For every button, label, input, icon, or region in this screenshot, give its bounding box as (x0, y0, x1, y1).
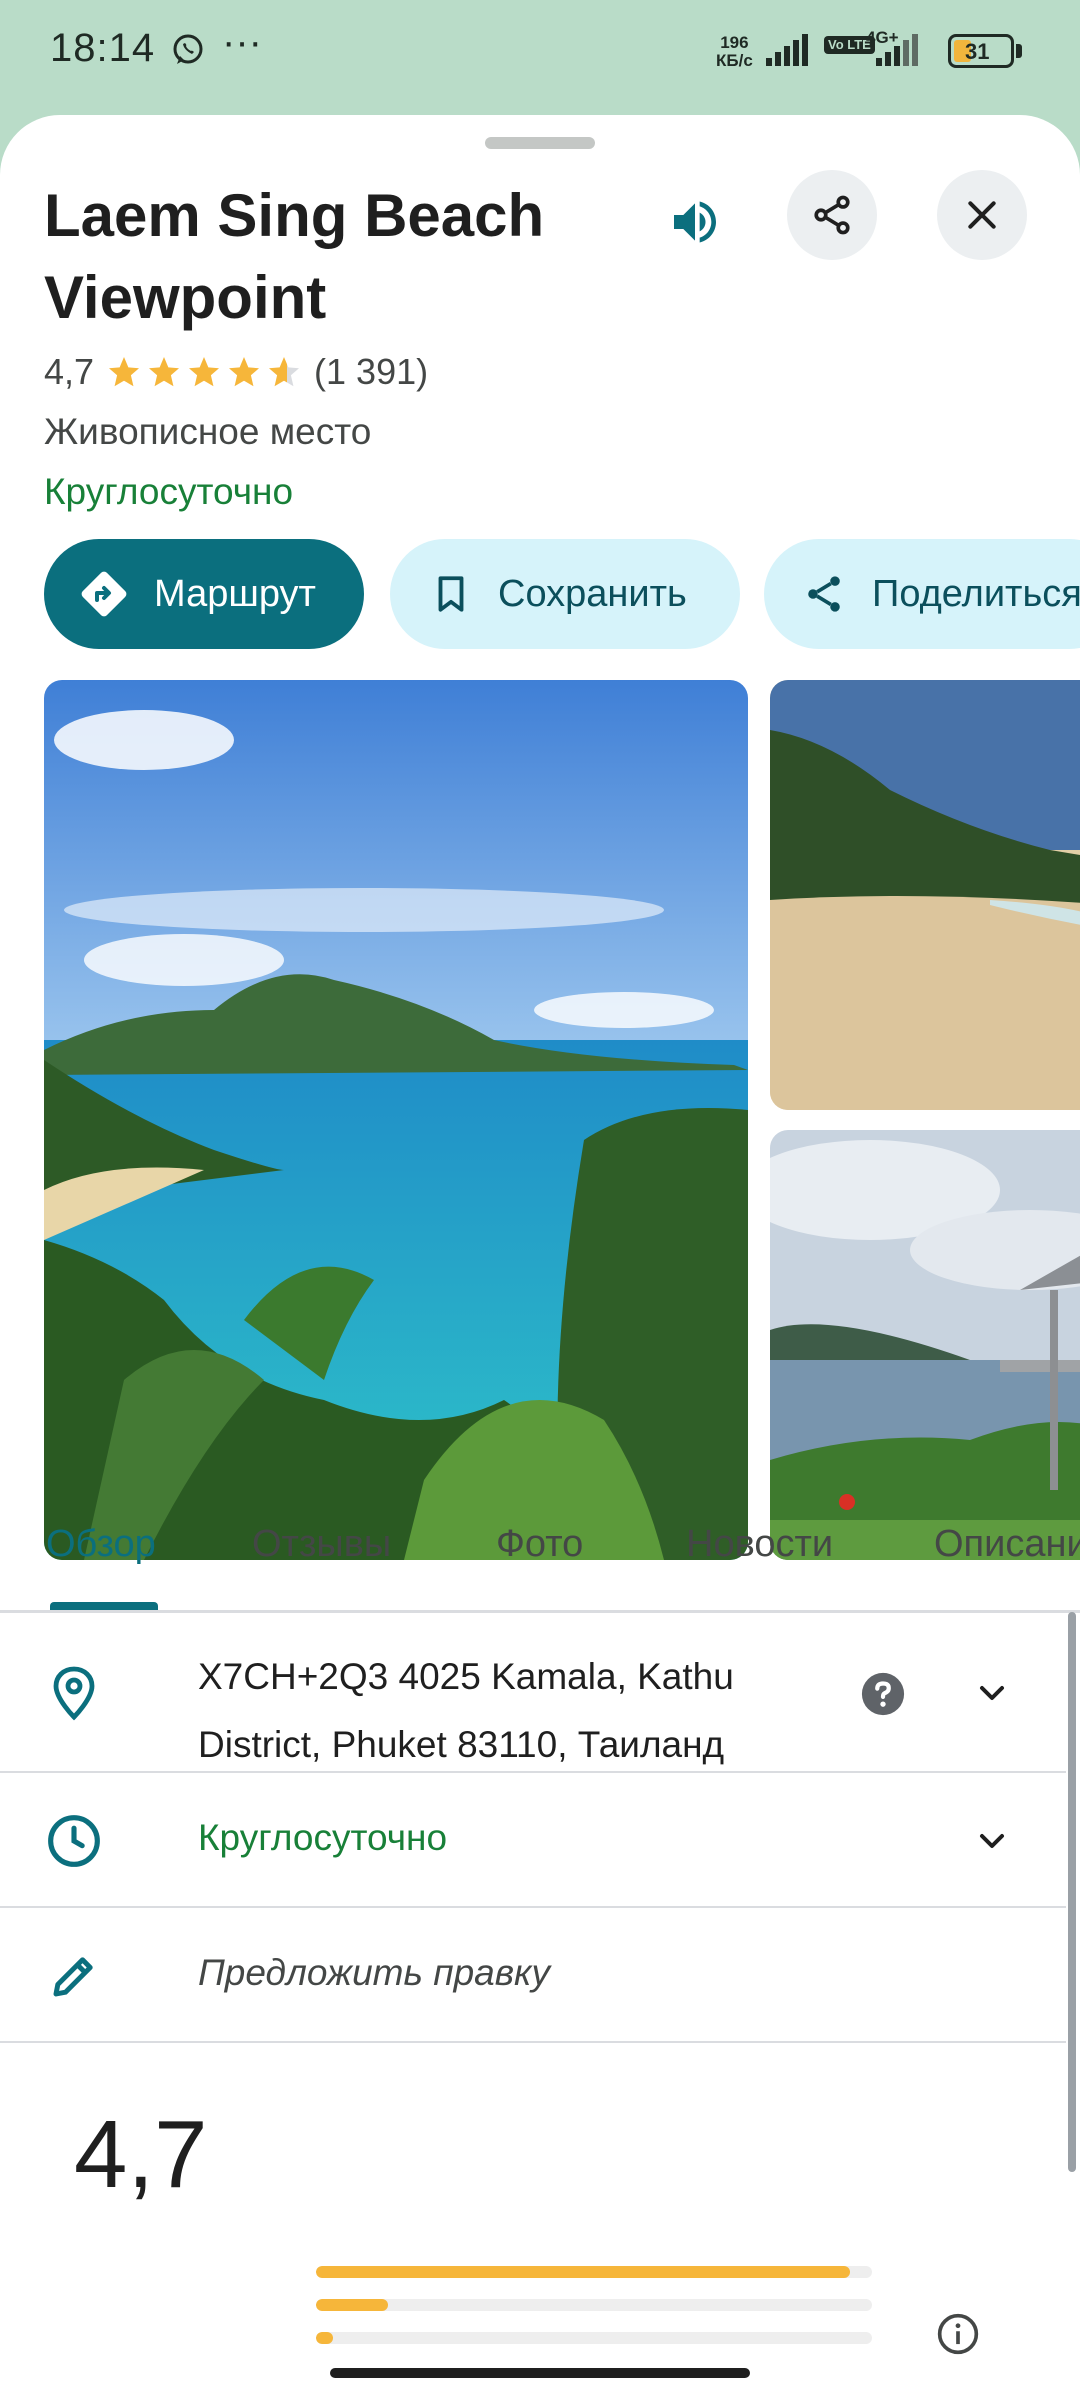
tab-description[interactable]: Описание (934, 1523, 1080, 1566)
gesture-bar[interactable] (330, 2368, 750, 2378)
chevron-down-icon (980, 1834, 1004, 1848)
hours-text: Круглосуточно (198, 1817, 448, 1858)
photo-side-beach[interactable] (770, 680, 1080, 1110)
route-label: Маршрут (154, 572, 316, 615)
whatsapp-icon (173, 34, 203, 64)
reviews-count: (1 391) (314, 351, 429, 392)
battery-nub (1016, 44, 1022, 58)
tabs-bar: Обзор Отзывы Фото Новости Описание (0, 1505, 1080, 1610)
share-round-button[interactable] (787, 170, 877, 260)
place-title: Laem Sing Beach Viewpoint (44, 182, 545, 331)
hours-row[interactable]: Круглосуточно (0, 1773, 1066, 1908)
rating-stars (106, 354, 306, 390)
rating-row[interactable]: 4,7 (1 391) (44, 347, 428, 397)
help-icon[interactable] (860, 1671, 906, 1717)
viewpoint-deck-photo (770, 1130, 1080, 1560)
beach-sand-photo (770, 680, 1080, 1110)
tab-photos[interactable]: Фото (496, 1523, 583, 1566)
share-icon (814, 195, 850, 235)
open-status: Круглосуточно (44, 471, 294, 512)
drag-handle[interactable] (485, 137, 595, 149)
directions-icon (81, 571, 127, 617)
address-expand-button[interactable] (964, 1665, 1020, 1721)
star-icon (189, 357, 220, 387)
network-speed-unit: КБ/с (716, 51, 753, 70)
hours-expand-button[interactable] (964, 1813, 1020, 1869)
rating-bar-3 (316, 2332, 872, 2344)
suggest-edit-text: Предложить правку (198, 1952, 551, 1993)
bookmark-icon (438, 576, 464, 612)
speaker-button[interactable] (658, 185, 732, 259)
rating-bar-fill (316, 2332, 333, 2344)
save-label: Сохранить (498, 572, 687, 615)
photo-side-viewpoint[interactable] (770, 1130, 1080, 1560)
battery-icon: 31 (948, 34, 1014, 68)
chevron-down-icon (980, 1686, 1004, 1700)
share-label: Поделиться (872, 572, 1080, 615)
share-icon (808, 576, 840, 612)
address-row[interactable]: X7CH+2Q3 4025 Kamala, Kathu District, Ph… (0, 1613, 1066, 1773)
tab-overview[interactable]: Обзор (46, 1523, 156, 1566)
photo-main[interactable] (44, 680, 748, 1560)
status-bar: 18:14 ··· 196 КБ/с Vo LTE 4G+ 31 (0, 0, 1080, 110)
star-half-icon (269, 357, 300, 387)
close-icon (968, 201, 996, 229)
place-category: Живописное место (44, 411, 372, 452)
news-notification-dot (839, 1494, 855, 1510)
speaker-icon (674, 201, 716, 243)
route-button[interactable]: Маршрут (44, 539, 364, 649)
rating-value: 4,7 (44, 351, 95, 392)
status-time: 18:14 (50, 26, 156, 70)
save-button[interactable]: Сохранить (390, 539, 740, 649)
network-speed-value: 196 (720, 33, 749, 52)
address-line-1: X7CH+2Q3 4025 Kamala, Kathu (198, 1656, 734, 1697)
rating-summary-value: 4,7 (74, 2101, 208, 2208)
beach-view-photo (44, 680, 748, 1560)
star-icon (109, 357, 140, 387)
star-icon (149, 357, 180, 387)
tab-indicator (50, 1602, 158, 1610)
rating-bar-fill (316, 2299, 389, 2311)
signal-icon (766, 34, 808, 66)
scrollbar[interactable] (1068, 1612, 1076, 2172)
battery-level: 31 (965, 39, 990, 64)
place-sheet: Laem Sing Beach Viewpoint 4,7 (1 391) Жи… (0, 115, 1080, 2400)
location-pin-icon (44, 1663, 104, 1723)
share-button[interactable]: Поделиться (764, 539, 1080, 649)
tab-reviews[interactable]: Отзывы (252, 1523, 391, 1566)
address-line-2: District, Phuket 83110, Таиланд (198, 1724, 725, 1765)
tab-news[interactable]: Новости (686, 1523, 833, 1566)
rating-bar-4 (316, 2299, 872, 2311)
rating-bar-fill (316, 2266, 850, 2278)
rating-bar-5 (316, 2266, 872, 2278)
star-icon (229, 357, 260, 387)
more-notifications-icon: ··· (222, 20, 262, 64)
clock-icon (44, 1811, 104, 1871)
address-text: X7CH+2Q3 4025 Kamala, Kathu District, Ph… (198, 1643, 734, 1779)
pencil-icon (44, 1946, 104, 2006)
network-speed: 196 КБ/с (716, 34, 753, 70)
info-icon[interactable] (936, 2312, 980, 2356)
close-button[interactable] (937, 170, 1027, 260)
signal-icon-2 (876, 34, 918, 66)
suggest-edit-row[interactable]: Предложить правку (0, 1908, 1066, 2043)
